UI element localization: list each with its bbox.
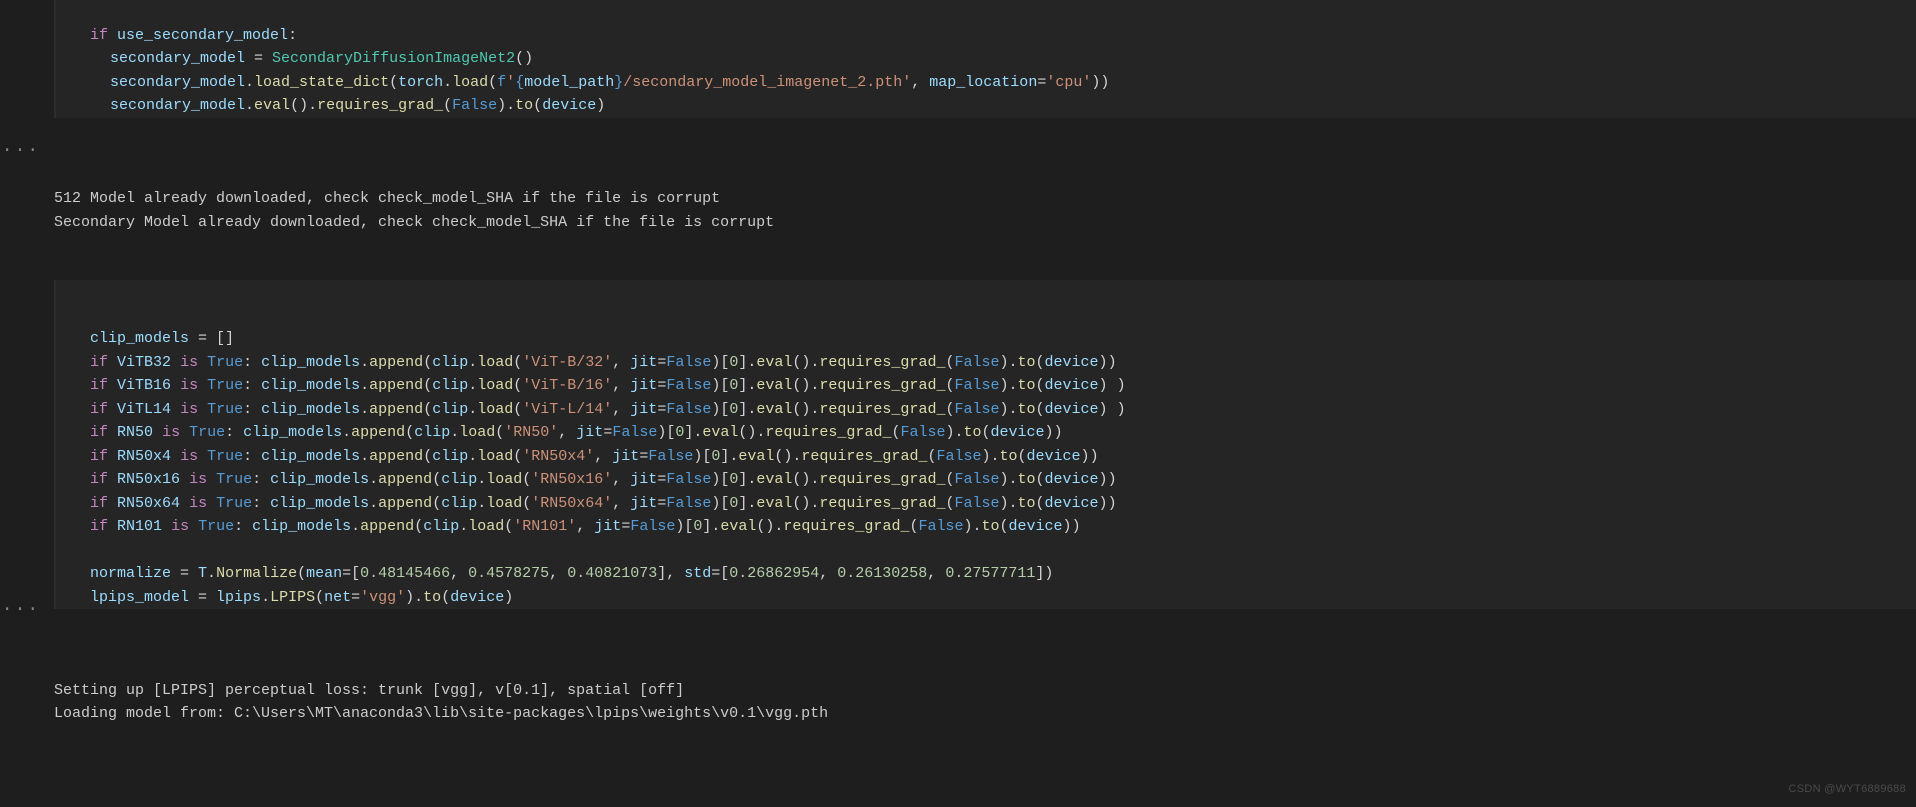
fstring-prefix: f	[497, 74, 506, 91]
torch-module: torch	[398, 74, 443, 91]
model-path-string: /secondary_model_imagenet_2.pth'	[623, 74, 911, 91]
var-lpips-model: lpips_model	[90, 589, 189, 606]
var-use-secondary-model: use_secondary_model	[117, 27, 288, 44]
output-line: 512 Model already downloaded, check chec…	[54, 190, 720, 207]
output-line: Loading model from: C:\Users\MT\anaconda…	[54, 705, 828, 722]
var-secondary-model: secondary_model	[110, 50, 245, 67]
class-secondary-diffusion: SecondaryDiffusionImageNet2	[272, 50, 515, 67]
output-cell-1: 512 Model already downloaded, check chec…	[54, 164, 1916, 235]
watermark: CSDN @WYT6889688	[1789, 778, 1906, 802]
output-line: Setting up [LPIPS] perceptual loss: trun…	[54, 682, 684, 699]
var-clip-models: clip_models	[90, 330, 189, 347]
fn-load-state-dict: load_state_dict	[254, 74, 389, 91]
output-line: Secondary Model already downloaded, chec…	[54, 214, 774, 231]
kw-if: if	[90, 27, 108, 44]
output-cell-2: Setting up [LPIPS] perceptual loss: trun…	[54, 655, 1916, 726]
editor-viewport: if use_secondary_model: secondary_model …	[0, 0, 1916, 726]
var-normalize: normalize	[90, 565, 171, 582]
fold-indicator-icon[interactable]: ···	[0, 140, 42, 164]
code-cell-2[interactable]: clip_models = [] if ViTB32 is True: clip…	[54, 280, 1916, 609]
fold-indicator-icon[interactable]: ···	[0, 599, 42, 623]
code-cell-1[interactable]: if use_secondary_model: secondary_model …	[54, 0, 1916, 118]
